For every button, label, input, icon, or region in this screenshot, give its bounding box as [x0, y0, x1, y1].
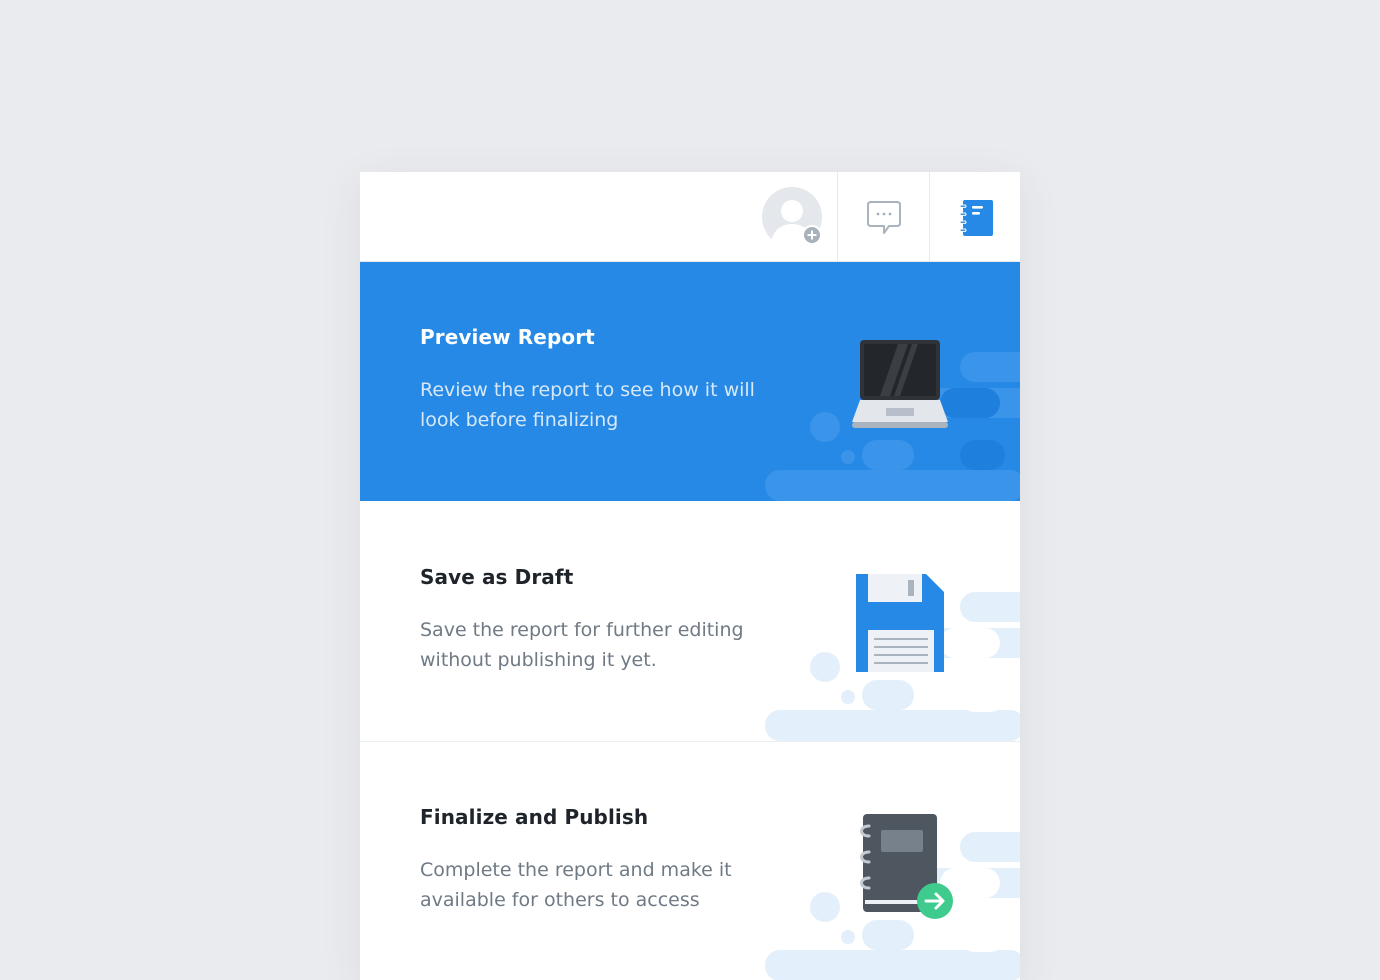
- option-title: Preview Report: [420, 325, 595, 349]
- option-preview-report[interactable]: Preview Report Review the report to see …: [360, 262, 1020, 501]
- laptop-icon: [852, 340, 948, 428]
- option-title: Save as Draft: [420, 565, 574, 589]
- notebook-button[interactable]: [929, 172, 1020, 261]
- chat-bubble-icon: [867, 201, 901, 234]
- option-save-as-draft[interactable]: Save as Draft Save the report for furthe…: [360, 502, 1020, 742]
- report-action-panel: Preview Report Review the report to see …: [360, 172, 1020, 980]
- option-description: Save the report for further editing with…: [420, 619, 744, 671]
- add-user-button[interactable]: [802, 225, 822, 245]
- notebook-icon: [959, 200, 993, 236]
- publish-notebook-icon: [860, 814, 953, 919]
- floppy-disk-icon: [856, 574, 944, 672]
- option-description: Review the report to see how it will loo…: [420, 379, 755, 431]
- option-title: Finalize and Publish: [420, 805, 649, 829]
- option-description: Complete the report and make it availabl…: [420, 859, 732, 911]
- plus-circle-icon: [804, 227, 820, 243]
- messages-button[interactable]: [837, 172, 928, 261]
- top-toolbar: [360, 172, 1020, 262]
- option-finalize-and-publish[interactable]: Finalize and Publish Complete the report…: [360, 742, 1020, 980]
